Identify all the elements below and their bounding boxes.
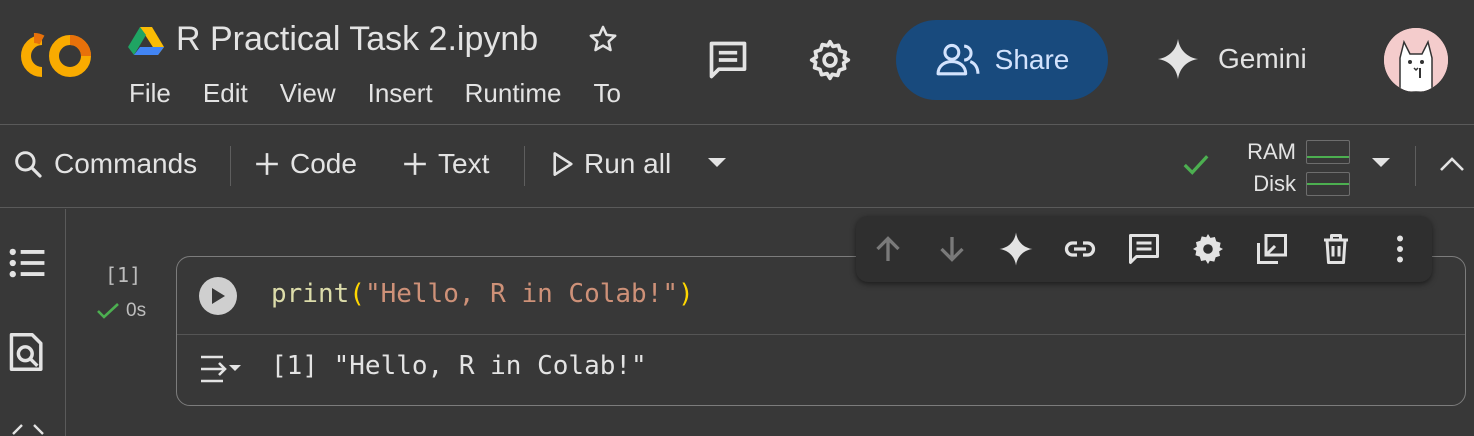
star-icon[interactable] (586, 22, 620, 56)
gemini-icon[interactable] (998, 231, 1034, 267)
gemini-sparkle-icon (1157, 38, 1199, 80)
colab-logo-icon[interactable] (12, 30, 96, 82)
code-paren-open: ( (349, 279, 365, 309)
ram-label: RAM (1247, 139, 1296, 164)
comment-icon[interactable] (706, 38, 750, 82)
settings-gear-icon[interactable] (808, 38, 852, 82)
more-options-icon[interactable] (1382, 231, 1418, 267)
execution-time: 0s (96, 300, 146, 322)
left-sidebar (0, 209, 66, 436)
menu-runtime[interactable]: Runtime (465, 78, 562, 109)
toolbar-divider (524, 146, 525, 186)
search-icon (15, 151, 42, 178)
add-code-label: Code (290, 148, 357, 179)
plus-icon (256, 153, 278, 175)
mirror-cell-icon[interactable] (1254, 231, 1290, 267)
toolbar-divider (1415, 146, 1416, 186)
cell-toolbar (856, 216, 1432, 282)
avatar[interactable] (1384, 28, 1448, 92)
commands-label: Commands (54, 148, 198, 179)
chevron-up-icon (1440, 157, 1464, 171)
menu-edit[interactable]: Edit (203, 78, 248, 109)
chevron-down-icon (1372, 158, 1390, 167)
resources-dropdown[interactable] (1370, 156, 1392, 170)
code-string: "Hello, R in Colab!" (364, 279, 679, 309)
disk-label: Disk (1253, 171, 1296, 196)
chevron-down-icon (708, 158, 726, 167)
run-cell-button[interactable] (199, 277, 237, 315)
code-paren-close: ) (678, 279, 694, 309)
gemini-label: Gemini (1218, 43, 1307, 74)
cell-output: [1] "Hello, R in Colab!" (271, 351, 647, 381)
share-label: Share (994, 44, 1070, 75)
code-function: print (271, 279, 350, 309)
toolbar-divider (230, 146, 231, 186)
add-text-button[interactable]: Text (402, 148, 489, 180)
code-editor[interactable]: print("Hello, R in Colab!") (271, 279, 694, 309)
disk-bar (1306, 172, 1350, 196)
drive-icon[interactable] (128, 25, 164, 57)
notebook-toolbar: Commands Code Text Run all RAM Disk (0, 126, 1474, 208)
ram-fill (1307, 156, 1349, 158)
notebook-title[interactable]: R Practical Task 2.ipynb (176, 20, 538, 59)
menu-view[interactable]: View (280, 78, 336, 109)
execution-time-label: 0s (126, 300, 147, 321)
run-all-label: Run all (584, 148, 672, 179)
plus-icon (404, 153, 426, 175)
checkmark-icon (1183, 155, 1209, 175)
add-text-label: Text (438, 148, 490, 179)
output-divider (177, 334, 1465, 335)
commands-button[interactable]: Commands (12, 148, 197, 180)
menu-file[interactable]: File (129, 78, 171, 109)
checkmark-icon (97, 303, 119, 319)
share-button[interactable]: Share (896, 20, 1108, 100)
execution-count: [1] (105, 263, 142, 287)
share-people-icon (936, 43, 980, 76)
move-down-icon[interactable] (934, 231, 970, 267)
output-actions-icon[interactable] (197, 349, 243, 389)
header: R Practical Task 2.ipynb File Edit View … (0, 0, 1474, 125)
menu-insert[interactable]: Insert (368, 78, 433, 109)
resource-indicator[interactable]: RAM Disk (1240, 136, 1350, 200)
add-code-button[interactable]: Code (254, 148, 357, 180)
collapse-header-button[interactable] (1438, 154, 1466, 174)
connected-status[interactable] (1180, 150, 1212, 180)
ram-bar (1306, 140, 1350, 164)
link-icon[interactable] (1062, 231, 1098, 267)
find-replace-icon[interactable] (8, 331, 46, 373)
run-all-dropdown[interactable] (706, 156, 728, 170)
disk-fill (1307, 183, 1349, 185)
move-up-icon[interactable] (870, 231, 906, 267)
run-all-button[interactable]: Run all (552, 148, 671, 180)
menu-tools[interactable]: To (593, 78, 620, 109)
play-outline-icon (553, 152, 573, 176)
code-snippets-icon[interactable] (10, 423, 46, 436)
gemini-button[interactable]: Gemini (1156, 37, 1307, 81)
delete-icon[interactable] (1318, 231, 1354, 267)
table-of-contents-icon[interactable] (8, 245, 46, 281)
menu-bar: File Edit View Insert Runtime To (129, 78, 653, 109)
settings-icon[interactable] (1190, 231, 1226, 267)
comment-icon[interactable] (1126, 231, 1162, 267)
play-icon (212, 288, 225, 304)
